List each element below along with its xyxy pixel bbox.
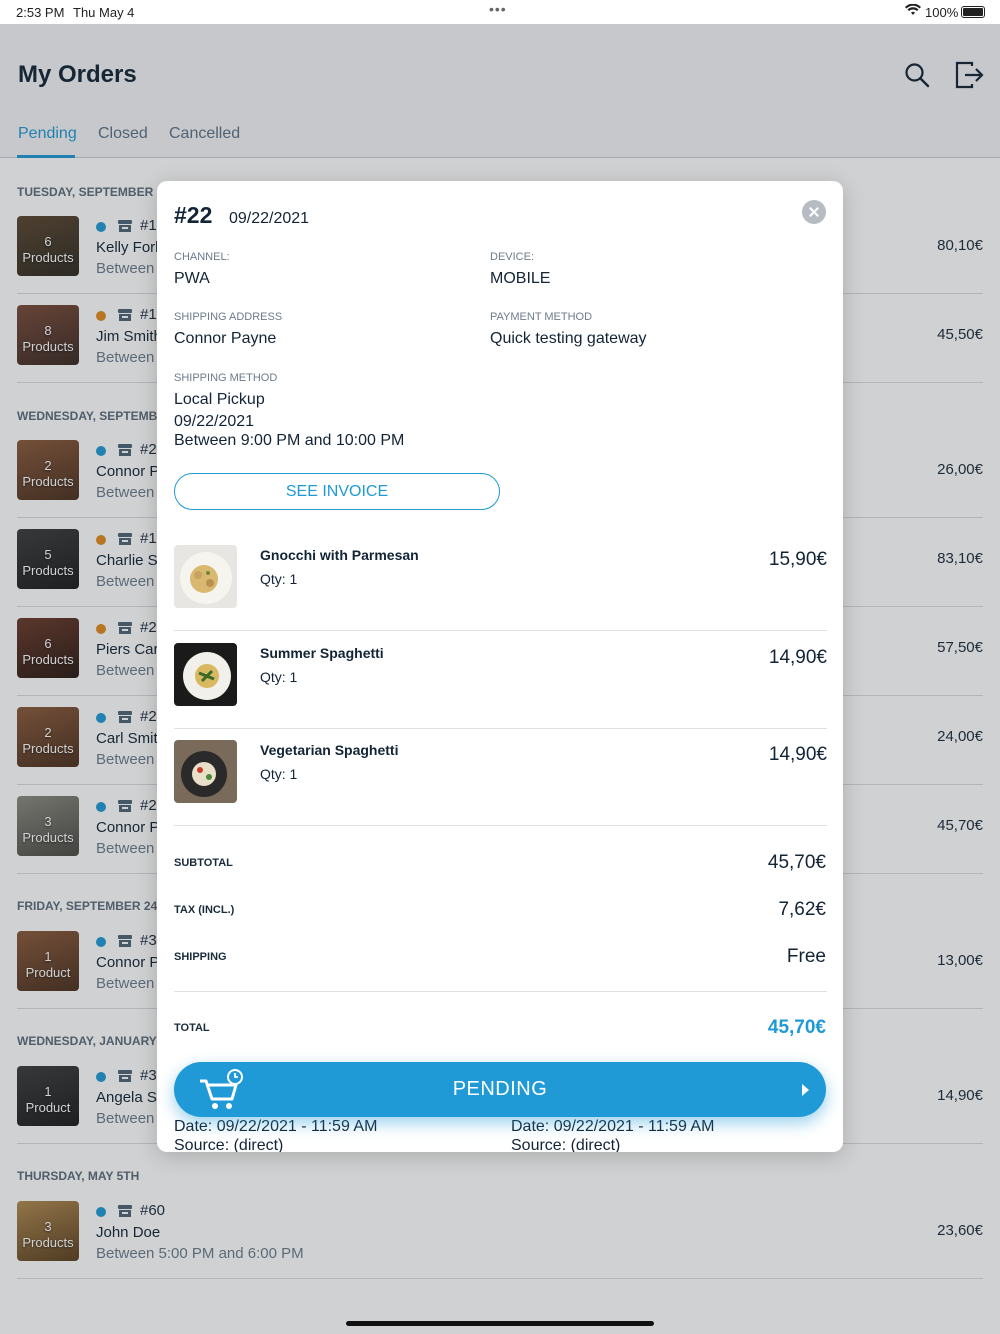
channel-label: CHANNEL: xyxy=(174,251,230,263)
status-bar: 2:53 PM Thu May 4 ••• 100% xyxy=(0,0,1000,24)
history-source: Source: (direct) xyxy=(511,1137,621,1152)
close-icon[interactable] xyxy=(802,200,826,224)
channel-value: PWA xyxy=(174,270,210,287)
shipping-cost-value: Free xyxy=(786,946,826,967)
status-date: Thu May 4 xyxy=(73,5,135,20)
payment-method-label: PAYMENT METHOD xyxy=(490,311,593,323)
shipping-address-value: Connor Payne xyxy=(174,330,277,347)
order-date: 09/22/2021 xyxy=(229,210,310,227)
order-item: Gnocchi with Parmesan Qty: 1 15,90€ xyxy=(174,533,827,631)
order-detail-modal: #22 09/22/2021 CHANNEL: PWA DEVICE: MOBI… xyxy=(157,181,843,1152)
shipping-method-value: Local Pickup xyxy=(174,391,265,408)
tax-value: 7,62€ xyxy=(778,899,826,920)
status-label: PENDING xyxy=(452,1078,548,1100)
order-number-title: #22 xyxy=(174,202,213,228)
shipping-method-label: SHIPPING METHOD xyxy=(174,372,278,384)
item-qty: Qty: 1 xyxy=(260,669,298,685)
play-arrow-icon xyxy=(802,1084,809,1096)
multitask-dots-icon[interactable]: ••• xyxy=(489,1,507,17)
shipping-address-label: SHIPPING ADDRESS xyxy=(174,311,283,323)
item-name: Summer Spaghetti xyxy=(260,645,384,661)
shipping-date: 09/22/2021 xyxy=(174,413,255,430)
battery-icon xyxy=(961,6,985,18)
history-date: Date: 09/22/2021 - 11:59 AM xyxy=(511,1118,715,1135)
shipping-window: Between 9:00 PM and 10:00 PM xyxy=(174,432,405,449)
item-price: 14,90€ xyxy=(768,744,827,765)
home-indicator[interactable] xyxy=(346,1321,654,1326)
total-label: TOTAL xyxy=(174,1022,210,1034)
item-image xyxy=(174,740,237,803)
see-invoice-button[interactable]: SEE INVOICE xyxy=(174,473,500,510)
item-name: Vegetarian Spaghetti xyxy=(260,742,399,758)
item-qty: Qty: 1 xyxy=(260,571,298,587)
order-item: Summer Spaghetti Qty: 1 14,90€ xyxy=(174,631,827,729)
subtotal-value: 45,70€ xyxy=(767,852,826,873)
device-label: DEVICE: xyxy=(490,251,535,263)
subtotal-label: SUBTOTAL xyxy=(174,857,233,869)
status-time: 2:53 PM xyxy=(16,5,65,20)
item-price: 15,90€ xyxy=(768,549,827,570)
item-name: Gnocchi with Parmesan xyxy=(260,547,419,563)
history-date: Date: 09/22/2021 - 11:59 AM xyxy=(174,1118,378,1135)
total-value: 45,70€ xyxy=(767,1017,826,1038)
item-image xyxy=(174,545,237,608)
order-status-button[interactable]: PENDING xyxy=(174,1062,826,1117)
order-item: Vegetarian Spaghetti Qty: 1 14,90€ xyxy=(174,728,827,826)
tax-label: TAX (INCL.) xyxy=(174,904,235,916)
payment-method-value: Quick testing gateway xyxy=(490,330,647,347)
shipping-cost-label: SHIPPING xyxy=(174,951,227,963)
item-image xyxy=(174,643,237,706)
wifi-icon xyxy=(905,4,921,15)
item-qty: Qty: 1 xyxy=(260,766,298,782)
item-price: 14,90€ xyxy=(768,647,827,668)
device-value: MOBILE xyxy=(490,270,551,287)
battery-percent: 100% xyxy=(925,5,959,20)
history-source: Source: (direct) xyxy=(174,1137,284,1152)
